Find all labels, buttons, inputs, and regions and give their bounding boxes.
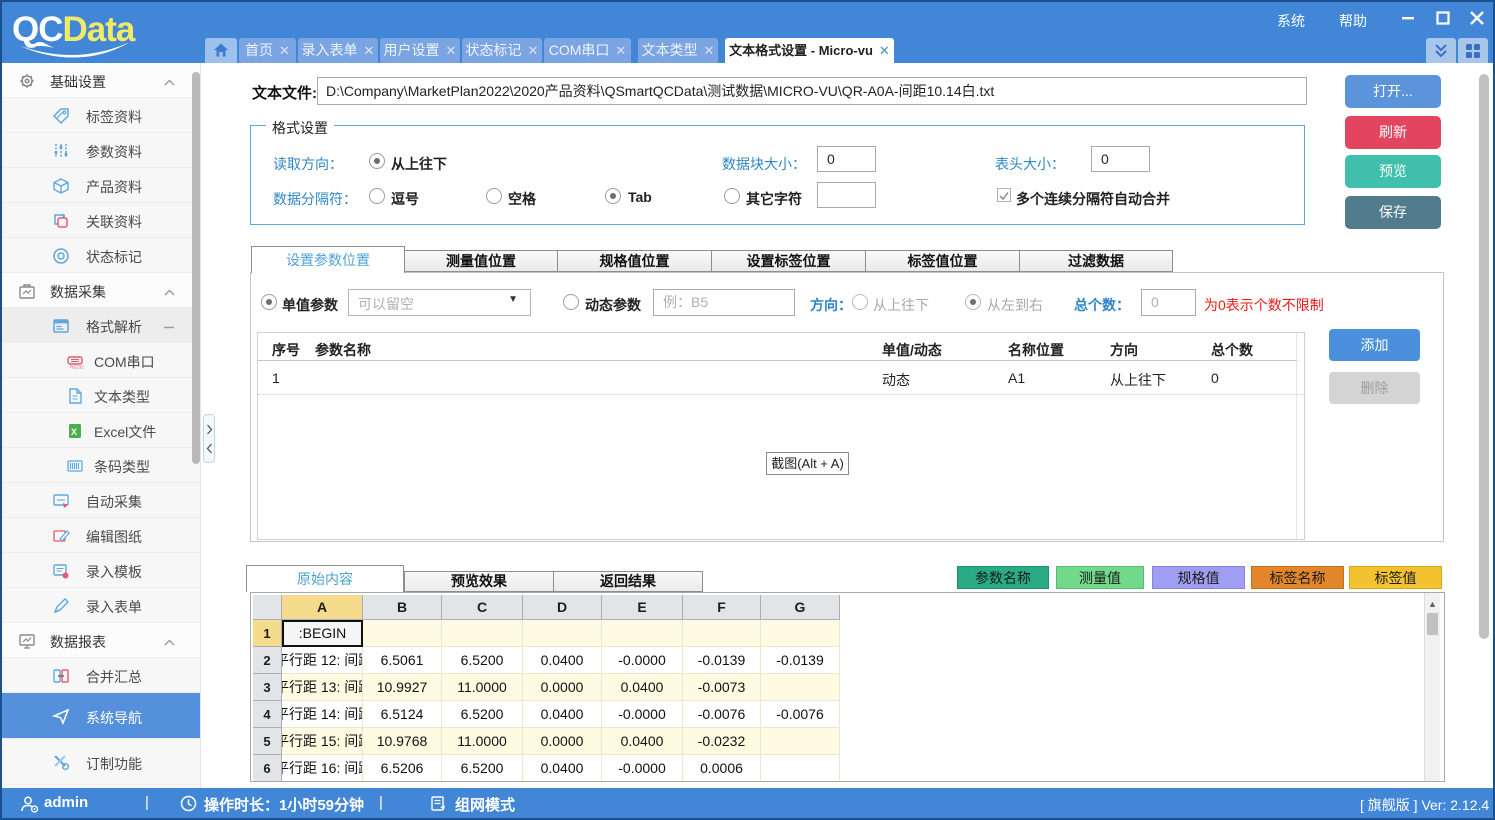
svg-text:X: X (71, 427, 77, 437)
svg-text:RS232: RS232 (70, 364, 84, 369)
